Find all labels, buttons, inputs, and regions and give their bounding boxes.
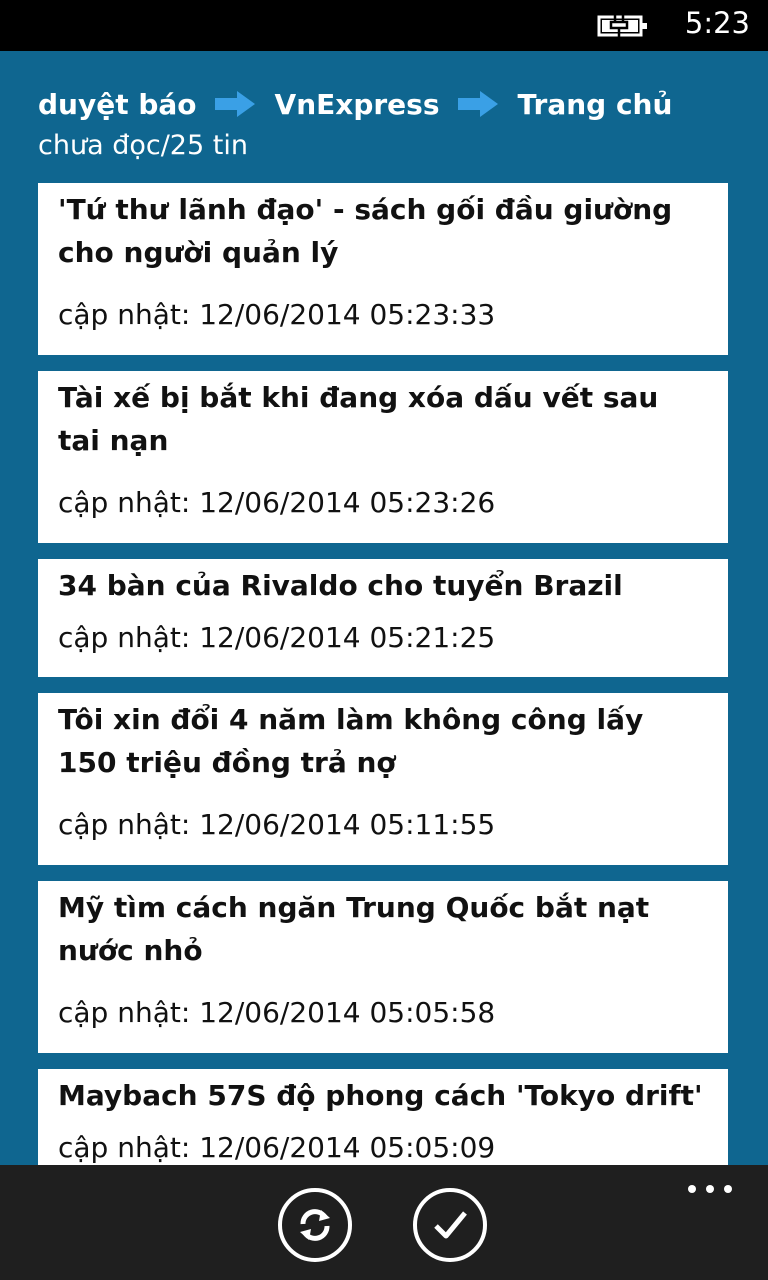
article-title: Mỹ tìm cách ngăn Trung Quốc bắt nạt nước… [58,891,650,967]
status-bar: 5:23 [0,0,768,51]
article-updated: cập nhật: 12/06/2014 05:21:25 [58,621,496,654]
list-item[interactable]: Tôi xin đổi 4 năm làm không công lấy 150… [38,693,728,865]
breadcrumb-item-source[interactable]: VnExpress [275,88,440,121]
mark-read-button[interactable] [413,1188,487,1262]
list-item[interactable]: 34 bàn của Rivaldo cho tuyển Brazil cập … [38,559,728,677]
article-title: Maybach 57S độ phong cách 'Tokyo drift' [58,1079,703,1112]
page-header: duyệt báo VnExpress Trang chủ chưa đọc/2… [38,86,758,162]
check-icon [434,1211,467,1239]
app-bar [0,1165,768,1280]
ellipsis-icon[interactable] [687,1184,733,1194]
article-list[interactable]: 'Tứ thư lãnh đạo' - sách gối đầu giường … [38,183,728,1165]
article-updated: cập nhật: 12/06/2014 05:11:55 [58,808,496,841]
breadcrumb-item-section[interactable]: Trang chủ [518,88,673,121]
refresh-button[interactable] [278,1188,352,1262]
arrow-right-icon [457,91,498,117]
article-title: Tài xế bị bắt khi đang xóa dấu vết sau t… [58,381,659,457]
article-title: 'Tứ thư lãnh đạo' - sách gối đầu giường … [58,193,673,269]
unread-count: chưa đọc/25 tin [38,130,248,161]
list-item[interactable]: 'Tứ thư lãnh đạo' - sách gối đầu giường … [38,183,728,355]
breadcrumb: duyệt báo VnExpress Trang chủ [38,86,758,122]
article-updated: cập nhật: 12/06/2014 05:05:09 [58,1131,496,1164]
list-item[interactable]: Mỹ tìm cách ngăn Trung Quốc bắt nạt nước… [38,881,728,1053]
refresh-icon [300,1209,330,1241]
arrow-right-icon [214,91,255,117]
clock: 5:23 [684,6,750,40]
list-item[interactable]: Maybach 57S độ phong cách 'Tokyo drift' … [38,1069,728,1165]
battery-charging-icon [597,14,647,38]
breadcrumb-item-browse[interactable]: duyệt báo [38,88,197,121]
article-updated: cập nhật: 12/06/2014 05:23:26 [58,486,496,519]
article-title: 34 bàn của Rivaldo cho tuyển Brazil [58,569,623,602]
article-title: Tôi xin đổi 4 năm làm không công lấy 150… [58,703,644,779]
article-updated: cập nhật: 12/06/2014 05:23:33 [58,298,496,331]
list-item[interactable]: Tài xế bị bắt khi đang xóa dấu vết sau t… [38,371,728,543]
article-updated: cập nhật: 12/06/2014 05:05:58 [58,996,496,1029]
